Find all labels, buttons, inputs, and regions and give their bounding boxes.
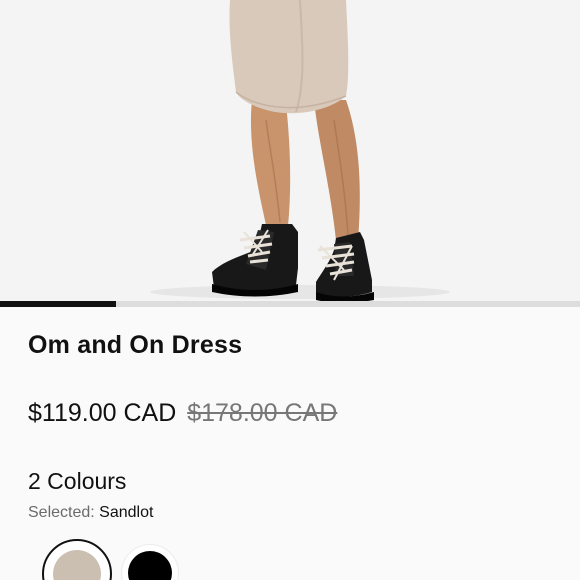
sale-price: $119.00 CAD: [28, 399, 177, 427]
colour-count: 2 Colours: [28, 468, 127, 494]
product-image[interactable]: [0, 0, 580, 301]
selected-colour-value: Sandlot: [99, 504, 154, 521]
swatch-chip: [128, 551, 172, 580]
product-photo-illustration: [150, 0, 450, 301]
swatch-chip: [53, 550, 101, 580]
colour-swatch-sandlot[interactable]: [42, 539, 112, 580]
colour-swatch-black[interactable]: [121, 544, 179, 580]
product-info-panel: Om and On Dress $119.00 CAD $178.00 CAD …: [0, 307, 580, 580]
price-row: $119.00 CAD $178.00 CAD: [28, 399, 337, 428]
selected-colour-label: Selected:: [28, 504, 95, 521]
selected-colour: Selected: Sandlot: [28, 504, 153, 522]
original-price: $178.00 CAD: [187, 399, 338, 427]
product-title: Om and On Dress: [28, 331, 243, 359]
